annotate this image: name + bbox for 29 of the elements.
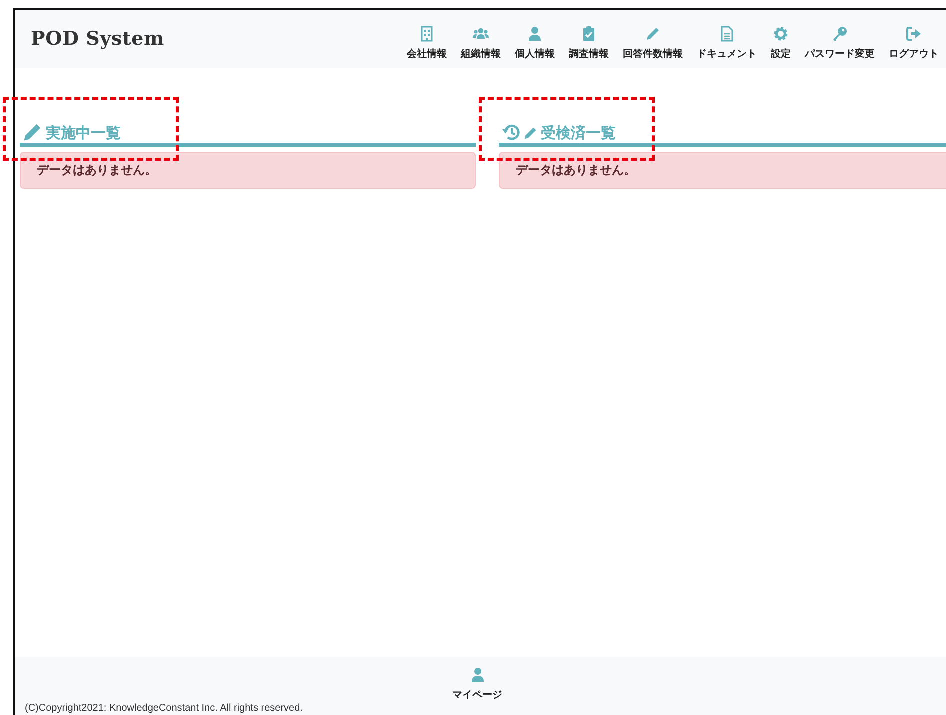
empty-message: データはありません。 [37, 162, 157, 179]
nav-link[interactable]: 調査情報 [562, 26, 616, 60]
nav-link[interactable]: 設定 [764, 26, 798, 60]
section-title: 実施中一覧 [46, 124, 121, 142]
section-title: 受検済一覧 [541, 124, 616, 142]
nav-link[interactable]: パスワード変更 [798, 26, 882, 60]
clipboard-check-icon [581, 26, 597, 42]
nav-link[interactable]: 回答件数情報 [616, 26, 690, 60]
empty-message: データはありません。 [516, 162, 636, 179]
building-icon [419, 26, 435, 42]
nav-link[interactable]: ドキュメント [690, 26, 764, 60]
app-logo[interactable]: POD System [31, 28, 164, 50]
nav-link[interactable]: ログアウト [882, 26, 946, 60]
mypage-link[interactable]: マイページ [452, 667, 502, 702]
key-icon [832, 26, 848, 42]
pencil-icon [524, 126, 538, 140]
history-icon [502, 123, 521, 142]
pencil-icon [23, 122, 43, 142]
user-icon [470, 667, 486, 683]
logout-icon [906, 26, 922, 42]
copyright-text: (C)Copyright2021: KnowledgeConstant Inc. All rights reserved. [25, 703, 303, 714]
pencil-icon [645, 26, 661, 42]
users-icon [473, 26, 489, 42]
user-icon [527, 26, 543, 42]
nav-link[interactable]: 会社情報 [400, 26, 454, 60]
document-icon [719, 26, 735, 42]
settings-icon [773, 26, 789, 42]
nav-link[interactable]: 個人情報 [508, 26, 562, 60]
nav-link[interactable]: 組織情報 [454, 26, 508, 60]
